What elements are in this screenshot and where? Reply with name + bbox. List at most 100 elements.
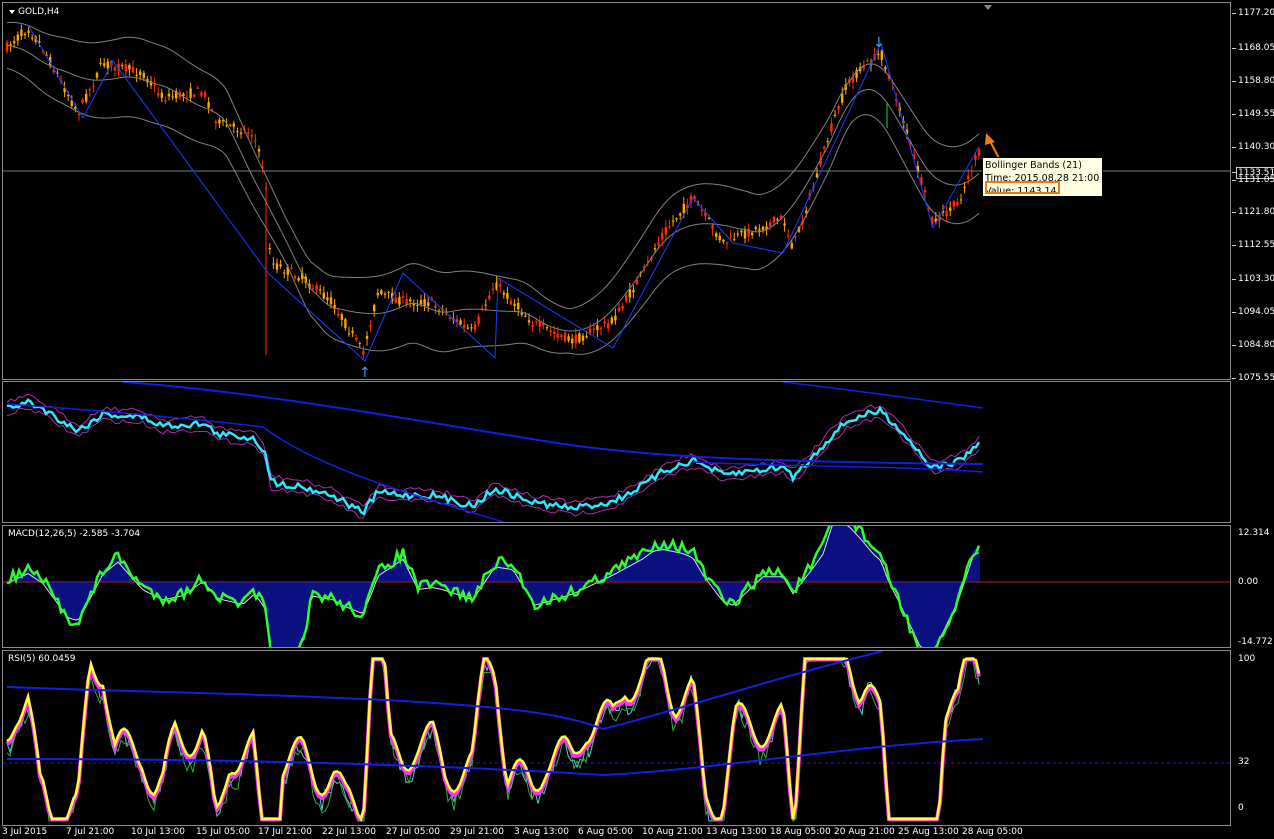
price-tick-mark [1232, 212, 1236, 213]
candle-body [214, 121, 217, 124]
price-tick-mark [1232, 172, 1236, 173]
rsi-label: RSI(5) 60.0459 [8, 654, 76, 664]
fractal-up-arrow-icon: ↑ [359, 365, 371, 380]
candlestick [229, 123, 232, 127]
candle-body [787, 235, 790, 237]
candle-body [81, 99, 84, 103]
candle-body [527, 320, 531, 323]
candle-body [977, 149, 981, 156]
candlestick [351, 327, 354, 338]
candle-body [700, 210, 703, 212]
candlestick [671, 215, 675, 227]
price-tick-label: 1149.55 [1238, 109, 1274, 119]
candlestick [725, 241, 729, 250]
candle-body [427, 302, 430, 306]
candle-body [718, 236, 721, 241]
candle-body [200, 92, 203, 96]
candlestick [733, 232, 736, 242]
candlestick [290, 264, 293, 271]
candlestick [135, 68, 138, 82]
candle-body [189, 88, 192, 98]
candlestick [761, 225, 765, 233]
candle-body [398, 296, 401, 305]
candlestick [880, 48, 883, 67]
candle-body [351, 330, 354, 333]
candle-body [959, 199, 963, 201]
tooltip-value-highlight [985, 181, 1060, 194]
candle-body [682, 203, 685, 214]
candle-body [409, 299, 412, 302]
candle-body [477, 316, 480, 324]
price-tick-label: 1084.80 [1238, 340, 1274, 350]
candle-body [275, 263, 279, 270]
candle-body [121, 65, 124, 67]
price-tick-label: 1158.80 [1238, 76, 1274, 86]
ma-indicator-pane[interactable] [2, 381, 1231, 523]
rsi-ma-upper [6, 651, 884, 731]
candle-body [99, 62, 102, 64]
candle-body [337, 313, 340, 316]
candle-body [470, 327, 473, 329]
time-axis[interactable]: 3 Jul 2015 7 Jul 21:00 10 Jul 13:00 15 Jul … [0, 826, 1232, 839]
candle-body [833, 114, 837, 117]
rsi-indicator-canvas[interactable] [3, 651, 1231, 826]
ma-indicator-canvas[interactable] [3, 382, 1231, 523]
candle-body [815, 173, 819, 178]
candlestick [610, 315, 613, 326]
candlestick [412, 299, 415, 312]
candlestick [293, 274, 297, 281]
dropdown-triangle-icon[interactable] [9, 9, 15, 14]
candle-body [369, 325, 372, 328]
scroll-marker-icon [984, 5, 992, 10]
candle-body [567, 336, 570, 341]
candle-body [866, 60, 869, 62]
candle-body [290, 267, 293, 269]
candlestick [394, 291, 397, 304]
candle-body [531, 325, 534, 327]
candlestick [340, 312, 343, 327]
macd-indicator-pane[interactable]: MACD(12,26,5) -2.585 -3.704 [2, 525, 1231, 648]
price-tick-mark [1232, 180, 1236, 181]
candle-body [535, 321, 538, 323]
time-axis-label: 29 Jul 21:00 [450, 827, 504, 837]
candle-body [283, 272, 286, 274]
candle-body [826, 141, 829, 143]
candle-body [945, 210, 948, 217]
candlestick [632, 284, 635, 299]
candle-body [607, 323, 610, 329]
candle-body [311, 288, 315, 290]
macd-tick-zero: 0.00 [1238, 577, 1259, 587]
candle-body [167, 93, 171, 97]
price-tick-mark [1232, 81, 1236, 82]
candlestick [85, 89, 88, 104]
candlestick [355, 334, 358, 343]
candle-body [128, 64, 131, 70]
price-axis[interactable]: 1177.20 1168.05 1158.80 1149.55 1140.30 1133.… [1232, 0, 1274, 839]
candle-body [488, 295, 491, 300]
candlestick [322, 286, 325, 300]
candlestick [740, 228, 743, 237]
candlestick [970, 165, 973, 178]
candle-body [772, 216, 775, 223]
rsi-indicator-pane[interactable]: RSI(5) 60.0459 [2, 650, 1231, 826]
candlestick [509, 297, 513, 306]
symbol-menu[interactable]: GOLD,H4 [9, 7, 59, 17]
candle-body [376, 293, 379, 296]
candlestick [455, 314, 459, 327]
time-axis-label: 10 Jul 13:00 [131, 827, 185, 837]
candle-body [549, 330, 552, 333]
candle-body [707, 218, 711, 220]
macd-indicator-canvas[interactable] [3, 526, 1231, 648]
candle-body [218, 119, 221, 124]
candlestick [387, 290, 390, 299]
candlestick [560, 333, 563, 340]
candle-body [344, 319, 347, 329]
candle-body [725, 242, 729, 244]
candlestick [380, 288, 383, 296]
candlestick [203, 89, 207, 101]
price-tick-label: 1168.05 [1238, 43, 1274, 53]
candle-body [434, 305, 437, 308]
candlestick [675, 217, 678, 222]
candle-body [743, 230, 747, 239]
candle-body [671, 220, 675, 222]
